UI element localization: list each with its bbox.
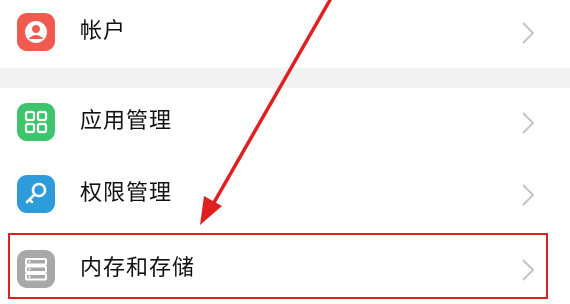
group-separator [0,68,570,88]
chevron-right-icon [522,112,535,134]
settings-item-memory-storage[interactable]: 内存和存储 [0,232,570,304]
storage-icon [17,250,55,288]
settings-item-label: 应用管理 [80,109,173,134]
settings-item-label: 权限管理 [80,181,173,206]
chevron-right-icon [522,22,535,44]
settings-screen: 帐户 应用管理 权限管理 内存和存储 [0,0,570,304]
settings-item-permission-management[interactable]: 权限管理 [0,160,570,228]
settings-item-label: 内存和存储 [80,256,196,281]
account-icon [17,13,55,51]
app-grid-icon [17,103,55,141]
settings-item-label: 帐户 [80,19,127,44]
key-icon [17,175,55,213]
settings-item-account[interactable]: 帐户 [0,0,570,68]
chevron-right-icon [522,184,535,206]
chevron-right-icon [522,259,535,281]
settings-item-app-management[interactable]: 应用管理 [0,88,570,156]
